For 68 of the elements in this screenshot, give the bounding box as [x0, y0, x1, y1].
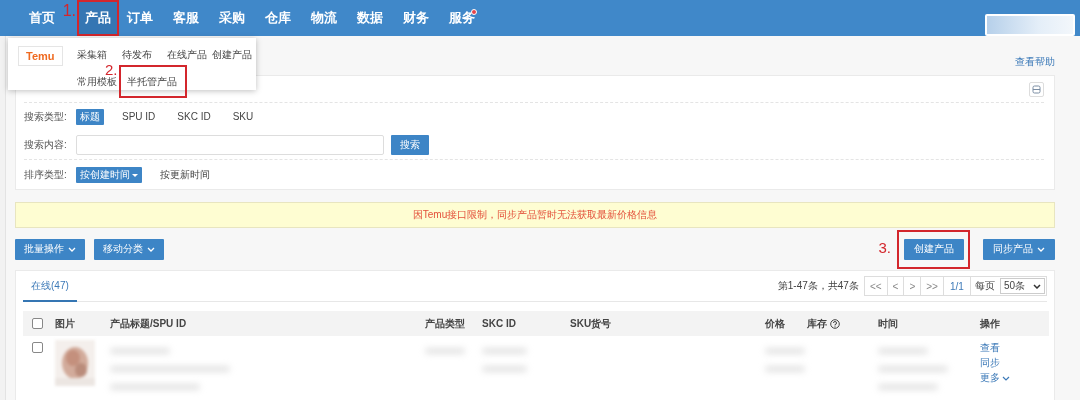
menu-item[interactable]: 采集箱 [76, 46, 122, 63]
help-icon[interactable] [830, 318, 840, 329]
column-header: 操作 [980, 317, 1000, 329]
filter-option[interactable]: SKC ID [173, 110, 215, 123]
tab[interactable]: 在线(47) [23, 272, 77, 302]
dropdown-button[interactable]: 同步产品 [983, 238, 1055, 260]
action-link[interactable]: 更多 [980, 371, 1049, 385]
per-page-select[interactable]: 50条 [999, 278, 1045, 294]
column-header: 图片 [55, 317, 75, 329]
chevron-down-icon [1002, 375, 1010, 381]
create-button[interactable]: 创建产品 [904, 238, 964, 260]
filter-label: 排序类型: [24, 168, 68, 182]
nav-item[interactable]: 数据 [353, 0, 387, 36]
search-button[interactable]: 搜索 [391, 134, 429, 155]
nav-item[interactable]: 订单 [123, 0, 157, 36]
chevron-down-icon [147, 246, 155, 252]
nav-item[interactable]: 首页 [25, 0, 59, 36]
action-link[interactable]: 同步 [980, 356, 1049, 370]
column-header: 时间 [878, 317, 898, 329]
chevron-down-icon [1033, 283, 1041, 289]
column-header: 产品标题/SPU ID [110, 317, 187, 329]
filter-option[interactable]: 按更新时间 [156, 167, 214, 183]
nav-item[interactable]: 客服 [169, 0, 203, 36]
select-all-checkbox[interactable] [32, 318, 43, 330]
dropdown-button[interactable]: 批量操作 [15, 238, 85, 260]
step-number: 1. [62, 2, 76, 20]
row-checkbox[interactable] [32, 342, 43, 353]
nav-item[interactable]: 物流 [307, 0, 341, 36]
collapse-button[interactable] [1029, 82, 1044, 97]
platform-logo[interactable]: Temu [18, 46, 63, 66]
per-page-label: 每页 [973, 279, 996, 293]
nav-item[interactable]: 产品 [79, 2, 117, 34]
caret-icon [132, 173, 138, 177]
filter-option[interactable]: SPU ID [118, 110, 160, 123]
filter-label: 搜索类型: [24, 109, 68, 124]
chevron-down-icon [68, 246, 76, 252]
column-header: 价格 [765, 317, 785, 329]
step-number: 3. [878, 238, 891, 256]
filter-label: 搜索内容: [24, 137, 68, 152]
page-button[interactable]: > [904, 277, 922, 295]
chevron-down-icon [1037, 246, 1045, 252]
help-link[interactable]: 查看帮助 [1015, 55, 1055, 69]
filter-option[interactable]: 按创建时间 [76, 167, 142, 183]
column-header: 产品类型 [425, 317, 465, 329]
filter-option[interactable]: 标题 [76, 108, 104, 125]
dropdown-button[interactable]: 移动分类 [94, 238, 164, 260]
page-button[interactable]: << [864, 277, 888, 295]
step-number: 2. [105, 61, 118, 78]
page-number: 1/1 [943, 277, 971, 295]
menu-item[interactable]: 待发布 [121, 46, 167, 63]
page-button[interactable]: < [887, 277, 905, 295]
menu-item[interactable]: 创建产品 [211, 46, 257, 63]
collapse-icon [1032, 85, 1041, 94]
page-summary: 第1-47条，共47条 [777, 279, 859, 293]
column-header: 库存 [807, 317, 827, 329]
notice-bar: 因Temu接口限制，同步产品暂时无法获取最新价格信息 [15, 202, 1055, 228]
menu-item[interactable]: 半托管产品 [124, 73, 179, 90]
menu-item[interactable]: 在线产品 [166, 46, 212, 63]
column-header: SKU货号 [570, 317, 612, 329]
search-field[interactable] [76, 134, 384, 155]
page-button[interactable]: >> [921, 277, 944, 295]
nav-item[interactable]: 仓库 [261, 0, 295, 36]
action-link[interactable]: 查看 [980, 341, 1049, 355]
nav-item[interactable]: 采购 [215, 0, 249, 36]
nav-item[interactable]: 服务 [445, 0, 479, 36]
filter-option[interactable]: SKU [228, 110, 258, 123]
nav-item[interactable]: 财务 [399, 0, 433, 36]
column-header: SKC ID [482, 318, 516, 329]
